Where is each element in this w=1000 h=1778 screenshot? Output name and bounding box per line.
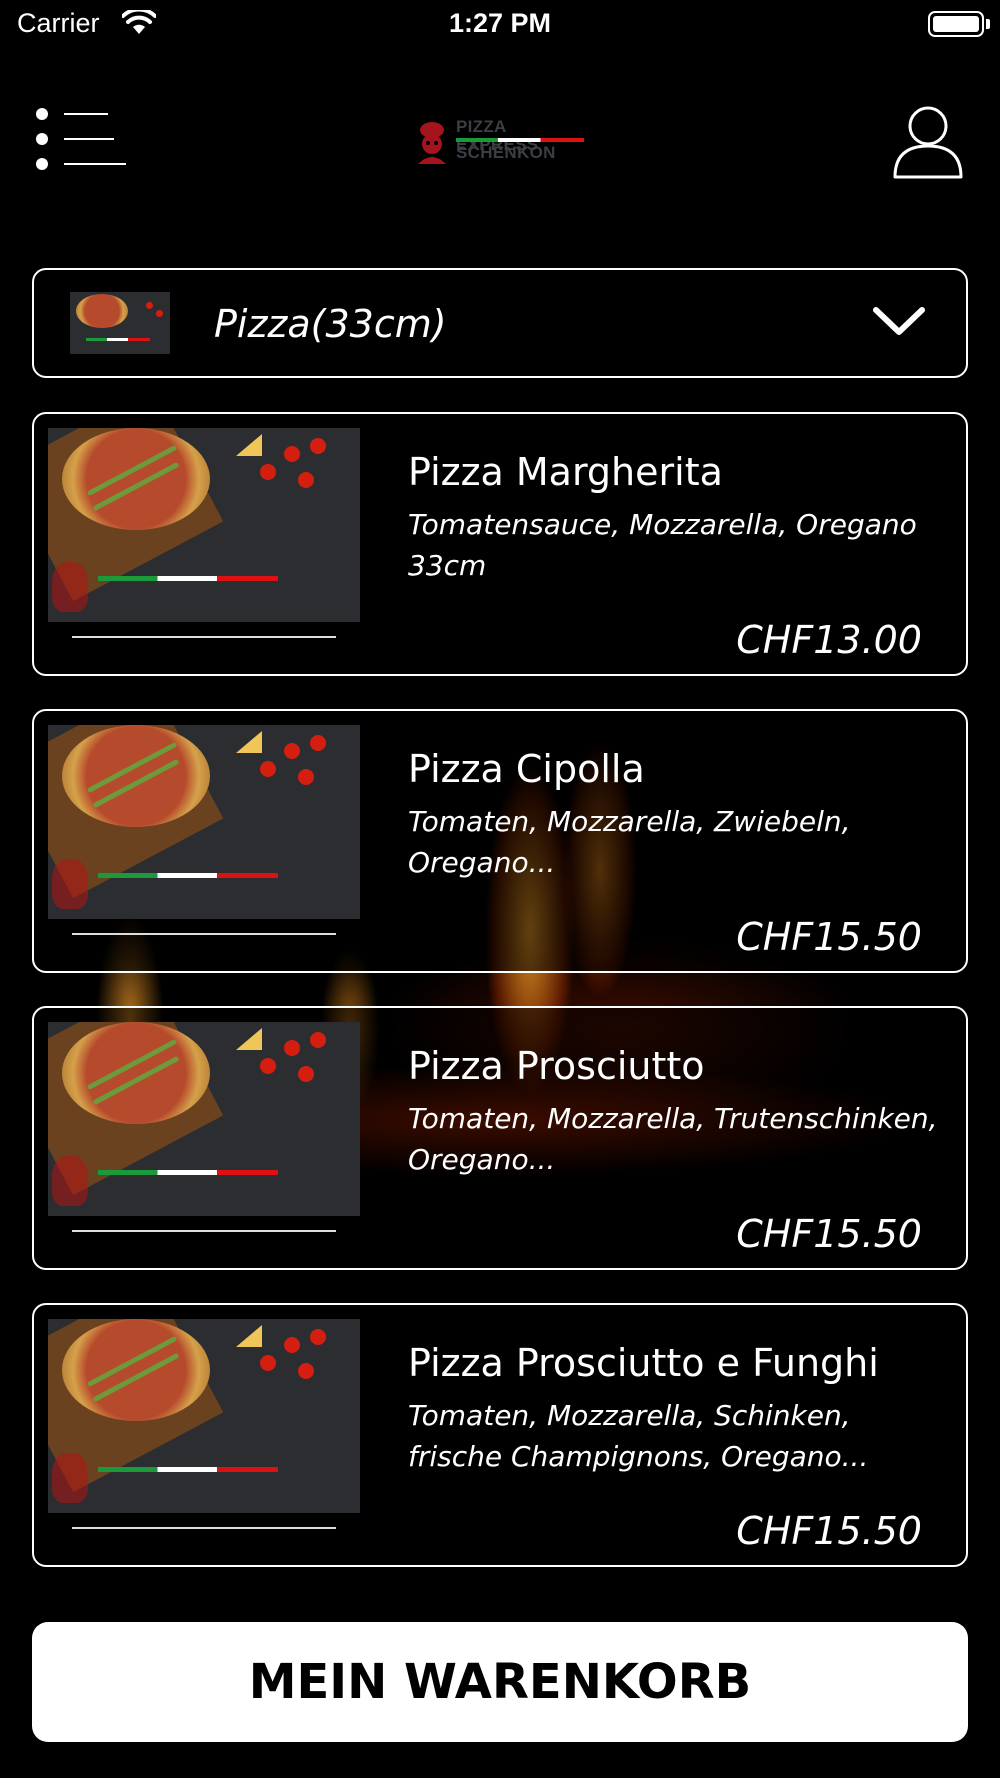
- status-bar: Carrier 1:27 PM: [0, 0, 1000, 50]
- product-image: [48, 1319, 360, 1513]
- product-image: [48, 725, 360, 919]
- product-description: Tomatensauce, Mozzarella, Oregano 33cm: [408, 508, 917, 582]
- product-card[interactable]: Pizza Cipolla Tomaten, Mozzarella, Zwieb…: [32, 709, 968, 973]
- product-description: Tomaten, Mozzarella, Zwiebeln, Oregano..…: [408, 805, 851, 879]
- product-card[interactable]: Pizza Prosciutto Tomaten, Mozzarella, Tr…: [32, 1006, 968, 1270]
- product-price: CHF15.50: [736, 1509, 922, 1553]
- product-name: Pizza Prosciutto: [408, 1044, 705, 1088]
- product-divider: [72, 1527, 336, 1529]
- logo-flag: [456, 138, 584, 142]
- category-dropdown[interactable]: Pizza(33cm): [32, 268, 968, 378]
- chef-logo-icon: [418, 122, 446, 164]
- product-price: CHF13.00: [736, 618, 922, 662]
- product-name: Pizza Cipolla: [408, 747, 645, 791]
- product-card[interactable]: Pizza Margherita Tomatensauce, Mozzarell…: [32, 412, 968, 676]
- product-image: [48, 1022, 360, 1216]
- logo-line2: SCHENKON: [456, 143, 556, 162]
- category-selected-label: Pizza(33cm): [214, 302, 447, 346]
- product-name: Pizza Prosciutto e Funghi: [408, 1341, 879, 1385]
- product-description: Tomaten, Mozzarella, Trutenschinken, Ore…: [408, 1102, 938, 1176]
- menu-list-icon[interactable]: [36, 108, 126, 172]
- product-name: Pizza Margherita: [408, 450, 723, 494]
- user-icon[interactable]: [892, 104, 964, 180]
- battery-tip: [986, 19, 990, 29]
- category-thumbnail: [70, 292, 170, 354]
- product-divider: [72, 636, 336, 638]
- battery-icon: [928, 11, 984, 37]
- chevron-down-icon: [873, 307, 925, 335]
- product-image: [48, 428, 360, 622]
- cart-button[interactable]: MEIN WARENKORB: [32, 1622, 968, 1742]
- product-price: CHF15.50: [736, 915, 922, 959]
- clock: 1:27 PM: [448, 8, 552, 38]
- brand-logo: PIZZA EXPRESS SCHENKON: [414, 116, 586, 166]
- product-description: Tomaten, Mozzarella, Schinken, frische C…: [408, 1399, 869, 1473]
- product-divider: [72, 933, 336, 935]
- product-price: CHF15.50: [736, 1212, 922, 1256]
- product-card[interactable]: Pizza Prosciutto e Funghi Tomaten, Mozza…: [32, 1303, 968, 1567]
- product-divider: [72, 1230, 336, 1232]
